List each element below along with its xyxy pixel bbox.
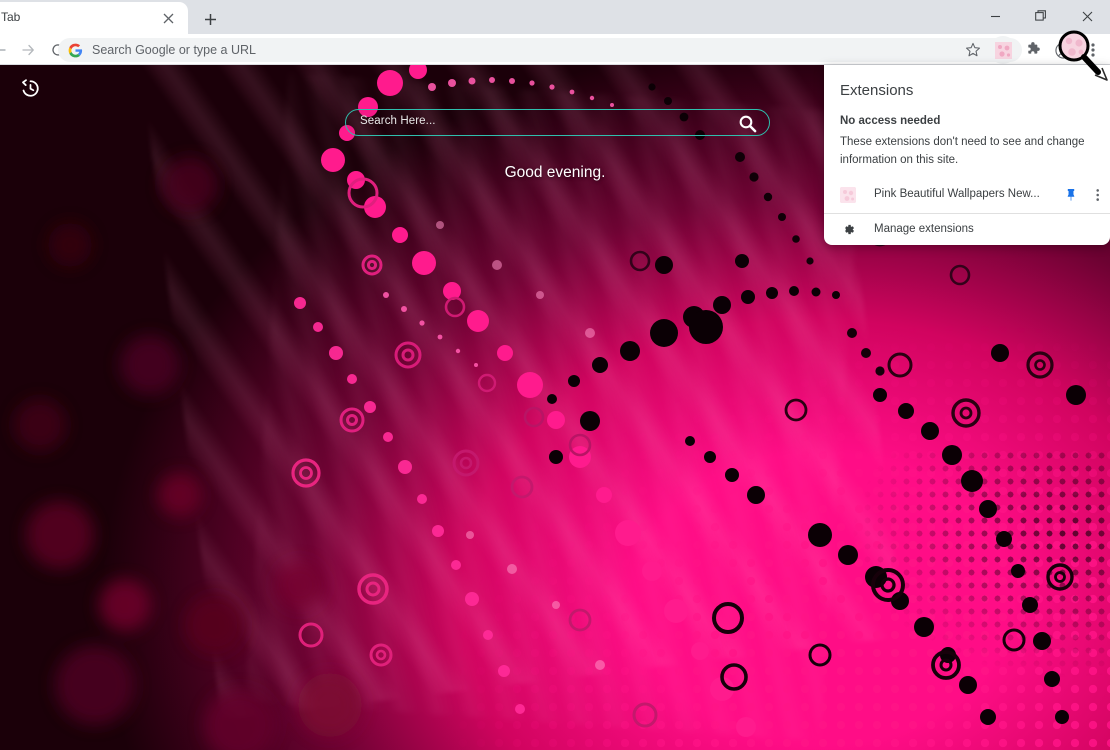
pink-wallpaper-icon <box>840 187 856 203</box>
extension-action-pink-wallpapers[interactable] <box>989 36 1017 64</box>
browser-tab[interactable]: Tab <box>0 2 188 34</box>
extensions-puzzle-button[interactable] <box>1019 36 1047 64</box>
extension-item-menu-button[interactable] <box>1090 186 1106 204</box>
extensions-section-description: These extensions don't need to see and c… <box>840 136 1085 166</box>
manage-extensions-item[interactable]: Manage extensions <box>824 214 1110 245</box>
extension-pin-button[interactable] <box>1062 186 1080 204</box>
plus-icon <box>204 13 216 25</box>
gear-icon <box>840 221 856 237</box>
dot-strand-dark <box>547 286 1069 725</box>
extensions-popup-title: Extensions <box>840 82 914 99</box>
window-controls <box>972 0 1110 32</box>
search-input-placeholder: Search Here... <box>360 115 436 127</box>
pin-icon <box>1067 189 1075 201</box>
close-icon[interactable] <box>160 10 176 26</box>
address-bar-placeholder: Search Google or type a URL <box>92 43 256 57</box>
back-button[interactable] <box>0 36 14 64</box>
search-submit-button[interactable] <box>738 114 757 133</box>
browser-window: Tab Search Google or type a URL Search H… <box>0 0 1110 750</box>
manage-extensions-label: Manage extensions <box>874 223 974 235</box>
pink-wallpaper-extension-icon <box>994 41 1012 59</box>
extensions-popup: Extensions No access needed These extens… <box>824 65 1110 245</box>
gear-glyph <box>844 224 854 234</box>
page-search-box[interactable]: Search Here... <box>345 109 770 136</box>
address-bar[interactable]: Search Google or type a URL <box>58 38 1022 62</box>
extension-item-icon <box>840 187 856 203</box>
back-arrow-icon <box>0 48 6 51</box>
three-dots-vertical-icon <box>1091 43 1095 57</box>
close-window-button[interactable] <box>1064 0 1110 32</box>
close-window-icon <box>1082 11 1092 21</box>
extension-item-name: Pink Beautiful Wallpapers New... <box>874 188 1040 200</box>
tab-strip: Tab <box>0 0 1110 34</box>
chrome-menu-button[interactable] <box>1079 36 1107 64</box>
avatar-icon <box>1054 41 1072 59</box>
bookmark-star-button[interactable] <box>959 36 987 64</box>
history-icon <box>21 78 39 97</box>
extension-list-item[interactable]: Pink Beautiful Wallpapers New... <box>824 179 1110 211</box>
light-dot-scatter <box>436 221 605 670</box>
forward-button[interactable] <box>14 36 42 64</box>
puzzle-piece-icon <box>1027 41 1040 54</box>
extension-action-icon-bg <box>989 36 1017 64</box>
extensions-section-title: No access needed <box>840 115 941 127</box>
close-glyph <box>163 13 173 23</box>
browser-toolbar: Search Google or type a URL <box>0 34 1110 65</box>
maximize-button[interactable] <box>1018 0 1064 32</box>
bokeh-left <box>14 157 362 750</box>
new-tab-button[interactable] <box>196 5 224 33</box>
three-dots-vertical-icon <box>1096 189 1100 201</box>
restore-icon <box>1035 10 1046 21</box>
tab-title: Tab <box>1 10 21 24</box>
google-logo-icon <box>68 43 83 57</box>
profile-avatar-button[interactable] <box>1049 36 1077 64</box>
recently-closed-button[interactable] <box>18 76 42 100</box>
minimize-button[interactable] <box>972 0 1018 32</box>
star-icon <box>965 42 981 57</box>
forward-arrow-icon <box>22 44 34 55</box>
minimize-icon <box>990 15 1000 17</box>
search-icon <box>739 115 757 133</box>
toolbar-right-icons <box>958 36 1108 64</box>
